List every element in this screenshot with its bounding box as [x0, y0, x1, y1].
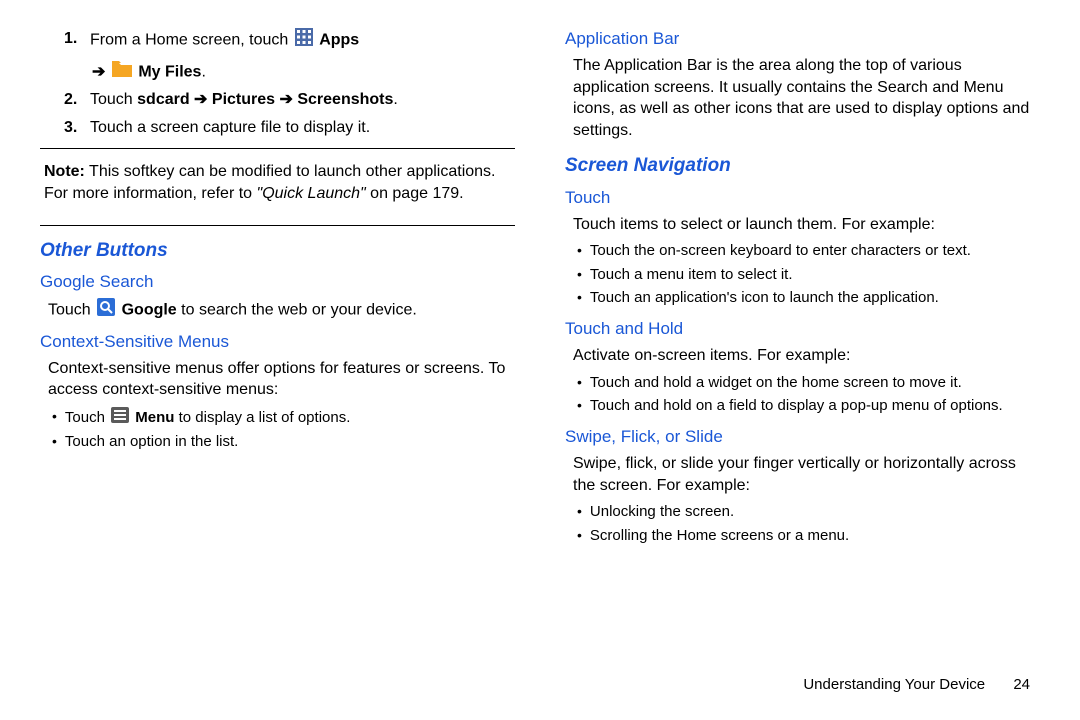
subheading-app-bar: Application Bar	[565, 28, 1040, 51]
step-content: Touch a screen capture file to display i…	[90, 117, 515, 139]
list-content: Touch and hold a widget on the home scre…	[590, 373, 1040, 393]
text: Touch	[90, 91, 137, 108]
swipe-bullets: • Unlocking the screen. • Scrolling the Ho…	[565, 502, 1040, 546]
note-text2: on page 179.	[366, 185, 464, 202]
period: .	[201, 63, 205, 80]
subheading-touch: Touch	[565, 187, 1040, 210]
bullet-icon: •	[52, 407, 57, 427]
divider	[40, 225, 515, 226]
left-column: 1. From a Home screen, touch Apps ➔ My F…	[40, 28, 515, 556]
list-content: Touch Menu to display a list of options.	[65, 407, 515, 429]
bullet-icon: •	[577, 265, 582, 285]
note-ref: "Quick Launch"	[257, 185, 366, 202]
bullet-icon: •	[577, 288, 582, 308]
context-para: Context-sensitive menus offer options fo…	[48, 358, 515, 401]
menu-icon	[111, 407, 129, 429]
list-content: Touch a menu item to select it.	[590, 265, 1040, 285]
step-1: 1. From a Home screen, touch Apps	[64, 28, 515, 53]
step-2: 2. Touch sdcard ➔ Pictures ➔ Screenshots…	[64, 89, 515, 111]
list-content: Unlocking the screen.	[590, 502, 1040, 522]
appbar-para: The Application Bar is the area along th…	[573, 55, 1040, 141]
step-number: 2.	[64, 89, 82, 111]
text: to display a list of options.	[174, 409, 350, 426]
step-number: 3.	[64, 117, 82, 139]
hold-para: Activate on-screen items. For example:	[573, 345, 1040, 367]
list-item: • Touch and hold on a field to display a …	[577, 396, 1040, 416]
list-content: Touch and hold on a field to display a p…	[590, 396, 1040, 416]
myfiles-label: My Files	[138, 63, 201, 80]
subheading-swipe: Swipe, Flick, or Slide	[565, 426, 1040, 449]
text: Touch	[65, 409, 109, 426]
google-label: Google	[122, 302, 177, 319]
step-content: From a Home screen, touch Apps	[90, 28, 515, 53]
subheading-context-menus: Context-Sensitive Menus	[40, 331, 515, 354]
bullet-icon: •	[577, 396, 582, 416]
subheading-touch-hold: Touch and Hold	[565, 318, 1040, 341]
context-bullets: • Touch Menu to display a list of option…	[40, 407, 515, 453]
note-label: Note:	[44, 163, 85, 180]
list-content: Touch an option in the list.	[65, 432, 515, 452]
list-content: Touch the on-screen keyboard to enter ch…	[590, 241, 1040, 261]
path-bold: sdcard ➔ Pictures ➔ Screenshots	[137, 91, 393, 108]
footer-section-title: Understanding Your Device	[803, 676, 985, 693]
step-content: Touch sdcard ➔ Pictures ➔ Screenshots.	[90, 89, 515, 111]
text: From a Home screen, touch	[90, 32, 293, 49]
bullet-icon: •	[577, 526, 582, 546]
numbered-steps-cont: 2. Touch sdcard ➔ Pictures ➔ Screenshots…	[40, 89, 515, 138]
bullet-icon: •	[577, 373, 582, 393]
touch-bullets: • Touch the on-screen keyboard to enter c…	[565, 241, 1040, 308]
arrow: ➔	[92, 63, 105, 80]
bullet-icon: •	[577, 502, 582, 522]
page-footer: Understanding Your Device 24	[803, 675, 1030, 695]
list-item: • Touch Menu to display a list of option…	[52, 407, 515, 429]
bullet-icon: •	[52, 432, 57, 452]
subheading-google-search: Google Search	[40, 271, 515, 294]
list-content: Touch an application's icon to launch th…	[590, 288, 1040, 308]
list-item: • Touch an option in the list.	[52, 432, 515, 452]
touch-para: Touch items to select or launch them. Fo…	[573, 214, 1040, 236]
step-3: 3. Touch a screen capture file to displa…	[64, 117, 515, 139]
text: Touch	[48, 302, 95, 319]
menu-label: Menu	[135, 409, 174, 426]
apps-label: Apps	[319, 32, 359, 49]
google-para: Touch Google to search the web or your d…	[48, 298, 515, 323]
bullet-icon: •	[577, 241, 582, 261]
step-1-continuation: ➔ My Files.	[40, 61, 515, 84]
heading-other-buttons: Other Buttons	[40, 238, 515, 264]
apps-grid-icon	[295, 28, 313, 53]
text: to search the web or your device.	[177, 302, 417, 319]
list-item: • Touch and hold a widget on the home scr…	[577, 373, 1040, 393]
hold-bullets: • Touch and hold a widget on the home scr…	[565, 373, 1040, 417]
list-item: • Touch an application's icon to launch t…	[577, 288, 1040, 308]
list-item: • Touch a menu item to select it.	[577, 265, 1040, 285]
numbered-steps: 1. From a Home screen, touch Apps	[40, 28, 515, 53]
period: .	[393, 91, 397, 108]
list-item: • Scrolling the Home screens or a menu.	[577, 526, 1040, 546]
folder-icon	[112, 61, 132, 84]
right-column: Application Bar The Application Bar is t…	[565, 28, 1040, 556]
list-content: Scrolling the Home screens or a menu.	[590, 526, 1040, 546]
note-block: Note: This softkey can be modified to la…	[40, 161, 515, 204]
heading-screen-navigation: Screen Navigation	[565, 153, 1040, 179]
page-number: 24	[1013, 676, 1030, 693]
swipe-para: Swipe, flick, or slide your finger verti…	[573, 453, 1040, 496]
search-icon	[97, 298, 115, 323]
list-item: • Touch the on-screen keyboard to enter c…	[577, 241, 1040, 261]
divider	[40, 148, 515, 149]
list-item: • Unlocking the screen.	[577, 502, 1040, 522]
step-number: 1.	[64, 28, 82, 50]
